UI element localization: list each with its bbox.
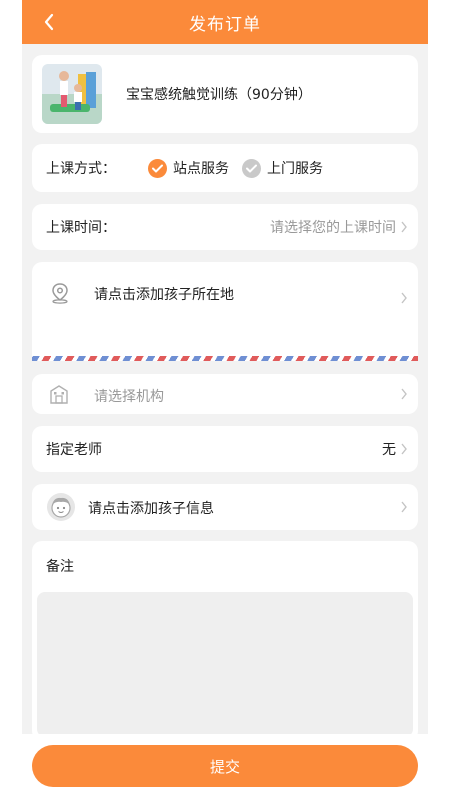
- class-time-label: 上课时间：: [46, 220, 116, 236]
- teacher-label: 指定老师: [46, 442, 102, 458]
- option-home-service[interactable]: 上门服务: [242, 158, 323, 178]
- chevron-right-icon: [401, 501, 407, 513]
- check-circle-icon: [242, 158, 261, 178]
- institution-placeholder: 请选择机构: [94, 389, 164, 405]
- submit-button[interactable]: 提交: [32, 745, 418, 787]
- class-time-row[interactable]: 上课时间： 请选择您的上课时间: [32, 204, 418, 250]
- option-home-service-label: 上门服务: [267, 161, 323, 177]
- option-site-service-label: 站点服务: [173, 161, 229, 177]
- location-pin-icon: [50, 282, 70, 308]
- child-info-row[interactable]: 请点击添加孩子信息: [32, 484, 418, 530]
- product-image: [42, 64, 102, 124]
- airmail-divider: [32, 356, 418, 361]
- remark-card: 备注: [32, 541, 418, 741]
- child-info-prompt: 请点击添加孩子信息: [88, 501, 214, 517]
- teacher-row[interactable]: 指定老师 无: [32, 426, 418, 472]
- product-name: 宝宝感统触觉训练（90分钟）: [126, 87, 312, 103]
- child-avatar-icon: [46, 492, 76, 526]
- check-circle-icon: [148, 158, 167, 178]
- product-card: 宝宝感统触觉训练（90分钟）: [32, 55, 418, 133]
- top-nav-bar: 发布订单: [22, 0, 428, 44]
- location-prompt: 请点击添加孩子所在地: [94, 287, 234, 303]
- option-site-service[interactable]: 站点服务: [148, 158, 229, 178]
- remark-textarea[interactable]: [37, 592, 413, 737]
- building-icon: [48, 383, 70, 409]
- service-mode-label: 上课方式：: [46, 161, 116, 177]
- chevron-right-icon: [401, 221, 407, 233]
- chevron-right-icon: [401, 388, 407, 400]
- class-time-placeholder: 请选择您的上课时间: [270, 220, 396, 236]
- chevron-right-icon: [401, 292, 407, 304]
- location-card[interactable]: 请点击添加孩子所在地: [32, 262, 418, 358]
- service-mode-row: 上课方式： 站点服务 上门服务: [32, 144, 418, 192]
- teacher-value: 无: [382, 442, 396, 458]
- chevron-left-icon: [44, 13, 54, 31]
- institution-row[interactable]: 请选择机构: [32, 374, 418, 414]
- page-title: 发布订单: [189, 14, 261, 35]
- chevron-right-icon: [401, 443, 407, 455]
- remark-label: 备注: [46, 559, 74, 575]
- back-button[interactable]: [36, 9, 62, 35]
